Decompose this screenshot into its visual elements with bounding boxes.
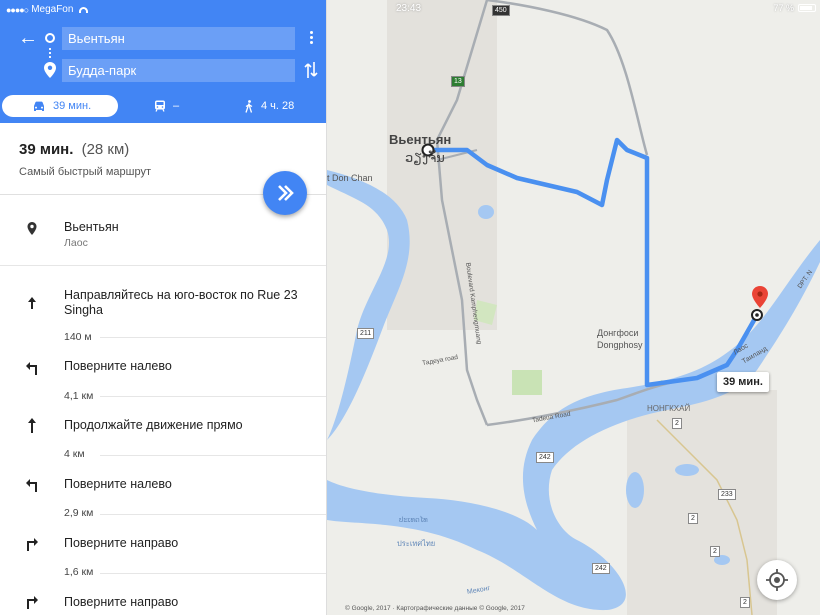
road-shield: 13 xyxy=(451,76,465,87)
summary-subtitle: Самый быстрый маршрут xyxy=(19,166,151,178)
tab-transit[interactable]: – xyxy=(152,95,179,117)
step-instruction: Поверните направо xyxy=(64,536,179,550)
origin-circle-icon xyxy=(45,33,55,43)
road-shield: 211 xyxy=(357,328,375,339)
step-instruction: Поверните налево xyxy=(64,359,172,373)
start-title: Вьентьян xyxy=(64,220,119,234)
destination-pin-icon xyxy=(44,62,56,78)
map-label-vientiane: Вьентьян xyxy=(389,132,452,147)
route-summary: 39 мин. (28 км) xyxy=(19,141,129,158)
road-shield: 2 xyxy=(688,513,698,524)
more-options-icon[interactable] xyxy=(304,29,318,49)
road-shield: 2 xyxy=(672,418,682,429)
step-instruction: Направляйтесь на юго-восток по Rue 23 Si… xyxy=(64,288,298,317)
road-shield: 2 xyxy=(710,546,720,557)
directions-panel: ●●●●○ MegaFon ← Вьентьян Будда-парк 39 м… xyxy=(0,0,327,615)
straight-arrow-icon xyxy=(28,297,36,309)
turn-right-icon xyxy=(27,596,38,609)
step-distance: 2,9 км xyxy=(64,507,94,519)
walking-time: 4 ч. 28 xyxy=(261,100,295,112)
step-instruction: Поверните направо xyxy=(64,595,179,609)
signal-icon: ●●●●○ xyxy=(6,4,29,15)
turn-right-icon xyxy=(27,538,38,551)
step-distance: 4,1 км xyxy=(64,390,94,402)
battery-icon xyxy=(798,4,816,12)
transit-time: – xyxy=(173,100,180,112)
divider xyxy=(0,265,326,266)
turn-left-icon xyxy=(26,362,37,375)
carrier-name: MegaFon xyxy=(31,4,74,15)
route-time-callout[interactable]: 39 мин. xyxy=(717,372,769,392)
walking-icon xyxy=(245,99,253,113)
status-clock: 23:43 xyxy=(396,3,422,14)
turn-left-icon xyxy=(26,479,37,492)
road-shield: 233 xyxy=(718,489,736,500)
swap-icon[interactable] xyxy=(303,60,319,80)
road-shield: 2 xyxy=(740,597,750,608)
origin-input[interactable]: Вьентьян xyxy=(62,27,295,50)
car-icon xyxy=(34,101,44,111)
divider xyxy=(100,573,326,574)
map-copyright: © Google, 2017 · Картографические данные… xyxy=(345,605,525,612)
map-label-nongkhai: НОНГКХАЙ xyxy=(647,404,691,413)
map-label-dongfosi: Донгфоси xyxy=(597,328,639,338)
start-navigation-button[interactable] xyxy=(263,171,307,215)
step-instruction: Продолжайте движение прямо xyxy=(64,418,243,432)
tab-driving[interactable]: 39 мин. xyxy=(2,95,118,117)
directions-header: ●●●●○ MegaFon ← Вьентьян Будда-парк 39 м… xyxy=(0,0,326,123)
destination-input[interactable]: Будда-парк xyxy=(62,59,295,82)
summary-distance: (28 км) xyxy=(81,141,130,158)
double-chevron-icon xyxy=(278,185,294,201)
step-distance: 4 км xyxy=(64,448,85,460)
route-dots-icon xyxy=(49,47,51,59)
map-label-dongphosy: Dongphosy xyxy=(597,340,643,350)
divider xyxy=(100,514,326,515)
map-label-lao-script: ປະເທດໄທ xyxy=(399,517,428,524)
travel-mode-tabs: 39 мин. – 4 ч. 28 xyxy=(0,95,326,117)
wifi-icon xyxy=(79,6,89,13)
battery-percent: 77 % xyxy=(773,3,794,13)
step-instruction: Поверните налево xyxy=(64,477,172,491)
my-location-button[interactable] xyxy=(757,560,797,600)
divider xyxy=(100,337,326,338)
road-shield: 242 xyxy=(592,563,610,574)
map-label-thai-script: ประเทศไทย xyxy=(397,539,436,548)
start-subtitle: Лаос xyxy=(64,237,88,249)
transit-icon xyxy=(155,100,165,112)
step-distance: 140 м xyxy=(64,331,92,343)
crosshair-icon xyxy=(766,569,788,591)
back-arrow-icon[interactable]: ← xyxy=(18,27,38,49)
divider xyxy=(100,396,326,397)
map-label-vientiane-lao: ວຽງຈັນ xyxy=(405,150,445,165)
step-distance: 1,6 км xyxy=(64,566,94,578)
battery-indicator: 77 % xyxy=(773,3,816,13)
driving-time: 39 мин. xyxy=(53,100,92,112)
road-shield: 242 xyxy=(536,452,554,463)
map-label-don-chan: t Don Chan xyxy=(327,173,373,183)
tab-walking[interactable]: 4 ч. 28 xyxy=(242,95,294,117)
location-pin-icon xyxy=(27,222,37,235)
map-view[interactable]: 23:43 77 % Вьентьян ວຽງຈັນ t Don Chan До… xyxy=(327,0,820,615)
status-bar: ●●●●○ MegaFon xyxy=(6,4,89,15)
summary-time: 39 мин. xyxy=(19,141,74,158)
divider xyxy=(100,455,326,456)
straight-arrow-icon xyxy=(28,418,36,433)
road-shield: 450 xyxy=(492,5,510,16)
